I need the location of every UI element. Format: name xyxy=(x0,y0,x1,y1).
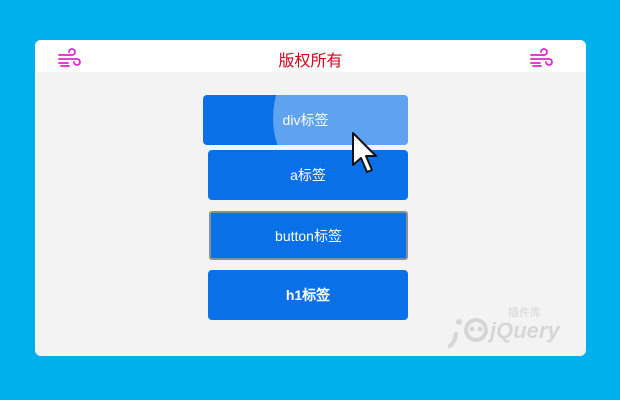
div-tag-button[interactable]: div标签 xyxy=(203,95,408,145)
jquery-logo-watermark: jQuery 插件库 xyxy=(448,305,561,349)
button-label: div标签 xyxy=(282,112,329,128)
wind-icon xyxy=(530,48,553,67)
button-label: button标签 xyxy=(275,227,342,244)
a-tag-button[interactable]: a标签 xyxy=(208,150,408,200)
watermark-logo-text: jQuery xyxy=(487,318,561,343)
pointer-cursor-icon xyxy=(352,132,377,173)
card-header: 版权所有 xyxy=(35,40,586,72)
demo-card: 版权所有 div标签 a标签 button标签 h1标签 jQuery 插件库 xyxy=(35,40,586,356)
button-label: a标签 xyxy=(290,167,326,183)
button-tag-button[interactable]: button标签 xyxy=(209,211,408,260)
watermark-cn-text: 插件库 xyxy=(508,305,541,319)
h1-tag-button[interactable]: h1标签 xyxy=(208,270,408,320)
page-title: 版权所有 xyxy=(278,53,343,70)
button-label: h1标签 xyxy=(285,287,331,303)
